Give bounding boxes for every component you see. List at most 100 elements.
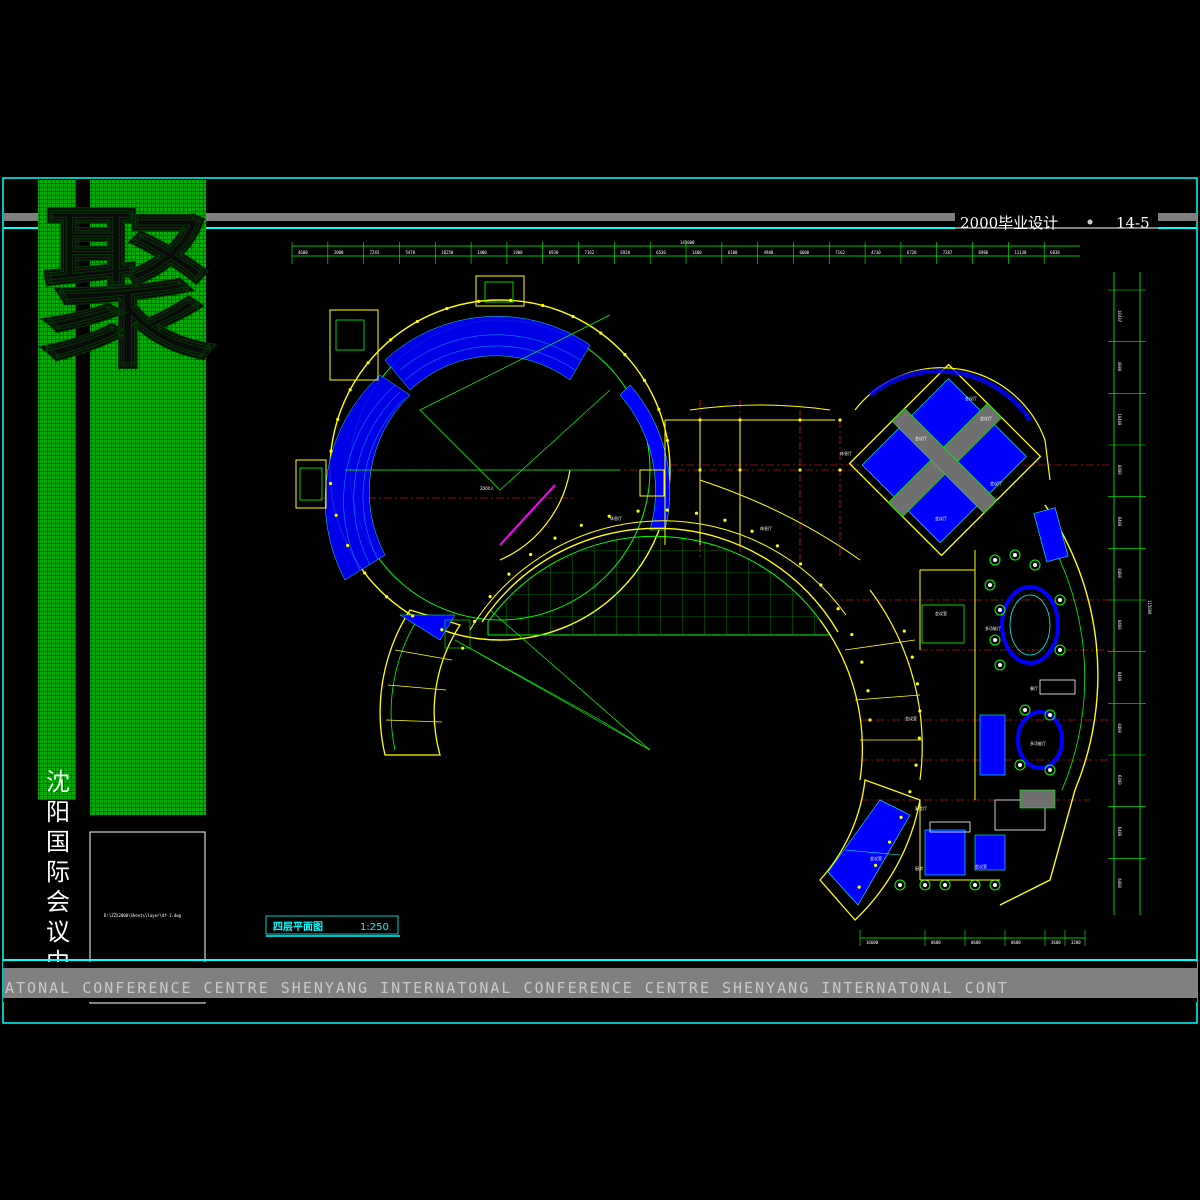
bottom-dimension-chain: 16600 8600 8600 8600 3600 3200	[859, 930, 1086, 946]
room-label: 餐厅	[1030, 685, 1038, 691]
plan-scale: 1:250	[360, 922, 389, 933]
column	[529, 552, 533, 557]
top-dimension-chain: 145000 4600 2000 7265 5470 10250 1400 1900 6930 7…	[291, 240, 1080, 264]
dining-round-table	[1016, 710, 1064, 770]
room-label: 会议室	[870, 855, 882, 861]
column	[887, 840, 892, 844]
west-wing	[379, 609, 471, 756]
column	[798, 468, 802, 472]
column	[507, 572, 511, 576]
column	[472, 619, 477, 624]
column	[366, 361, 370, 365]
column	[798, 418, 802, 422]
column	[866, 689, 870, 693]
dim-label: 1400	[477, 250, 487, 255]
table-center	[1023, 708, 1027, 712]
column	[665, 508, 669, 512]
room-label: 休息厅	[610, 515, 622, 521]
room-label: 多功能厅	[1030, 740, 1046, 746]
vertical-title-char: 阳	[46, 798, 70, 826]
room-label: 休息厅	[840, 450, 852, 456]
plan-title: 四层平面图	[273, 921, 323, 933]
column	[914, 763, 918, 767]
room-label: 多功能厅	[985, 625, 1001, 631]
column	[902, 629, 906, 633]
east-corridor	[819, 589, 923, 781]
table-center	[923, 883, 927, 887]
column	[599, 331, 603, 335]
dim-label: 4000	[1117, 362, 1122, 372]
dim-label: 7162	[835, 250, 845, 255]
table-center	[993, 883, 997, 887]
column	[917, 736, 921, 740]
dim-label: 8400	[1117, 568, 1122, 578]
column	[657, 407, 661, 411]
column	[698, 418, 702, 422]
sheet-number: 14-5	[1116, 214, 1150, 232]
dim-label: 4600	[298, 250, 308, 255]
column	[440, 628, 444, 632]
room-label: 会议厅	[980, 415, 992, 421]
column	[918, 709, 922, 713]
header-dot	[1087, 219, 1093, 225]
room-label: 宴会厅	[915, 805, 927, 811]
column	[775, 544, 780, 548]
dim-label: 8400	[1117, 465, 1122, 475]
dim-label: 6400	[1117, 827, 1122, 837]
column	[476, 299, 481, 303]
auditorium-seating-top	[384, 316, 591, 391]
column	[329, 449, 333, 453]
column	[541, 303, 545, 308]
dim-label: 3600	[1051, 940, 1061, 945]
dim-label: 6986	[979, 250, 989, 255]
dim-label: 4730	[871, 250, 881, 255]
column	[571, 314, 575, 319]
table-center	[1048, 768, 1052, 772]
dim-label: 10250	[441, 250, 454, 255]
column	[636, 509, 640, 513]
lobby	[664, 404, 861, 561]
dim-label: 7287	[943, 250, 953, 255]
room-label: 会议室	[905, 715, 917, 721]
vertical-title-char: 沈	[46, 768, 70, 796]
column	[723, 518, 727, 522]
dim-total-label: 145000	[680, 240, 695, 245]
table-center	[998, 663, 1002, 667]
dim-label: 8400	[1117, 517, 1122, 527]
column	[899, 815, 903, 819]
table-center	[1058, 598, 1062, 602]
south-wing	[819, 779, 1056, 921]
header-title: 2000毕业设计	[960, 214, 1058, 232]
column	[665, 438, 670, 443]
table-center	[1048, 713, 1052, 717]
table-center	[943, 883, 947, 887]
room-label: 会议室	[975, 863, 987, 869]
dim-label: 10400	[1117, 413, 1122, 426]
column	[750, 529, 754, 533]
dim-label: 5470	[405, 250, 415, 255]
column	[461, 646, 465, 650]
column	[607, 514, 611, 518]
column	[836, 607, 840, 611]
dim-label: 8600	[971, 940, 981, 945]
room-label: 休息厅	[760, 525, 772, 531]
dim-label: 6530	[656, 250, 666, 255]
vertical-title-char: 际	[46, 858, 70, 886]
column	[798, 562, 803, 566]
table-center	[988, 583, 992, 587]
auditorium	[295, 275, 671, 751]
column	[553, 536, 557, 540]
column	[623, 353, 627, 357]
table-center	[998, 608, 1002, 612]
dim-label: 8400	[1117, 672, 1122, 682]
column	[385, 595, 389, 599]
dim-label: 1400	[692, 250, 702, 255]
header-bar-gray-right	[1158, 213, 1197, 221]
dim-label: 1900	[513, 250, 523, 255]
room-label: 会议厅	[990, 480, 1002, 486]
dim-label: 2000	[334, 250, 344, 255]
dim-label: 8600	[931, 940, 941, 945]
column	[819, 583, 823, 587]
column	[415, 319, 419, 324]
vertical-title-char: 会	[46, 888, 70, 916]
